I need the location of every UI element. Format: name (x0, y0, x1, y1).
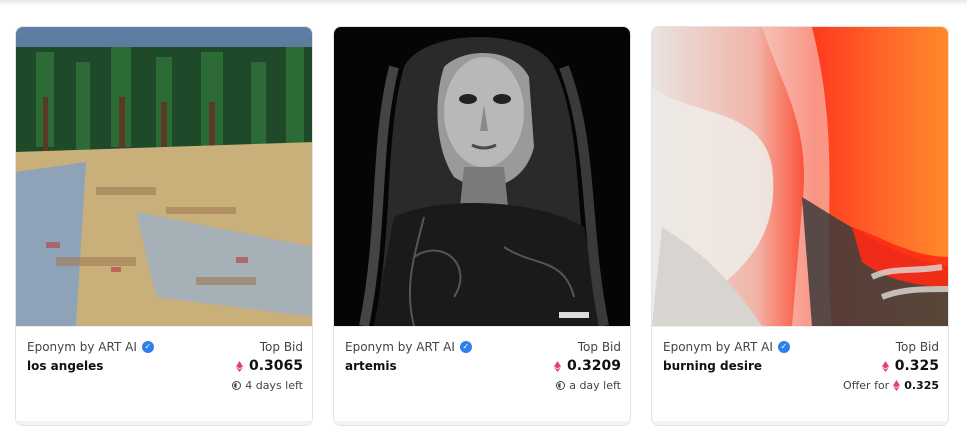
bid-label: Top Bid (259, 340, 303, 354)
nft-artwork[interactable] (652, 27, 948, 326)
nft-card[interactable]: Eponym by ART AI ✓ burning desire Top Bi… (651, 26, 949, 426)
offer-amount: 0.325 (904, 379, 939, 392)
eth-icon (553, 360, 561, 372)
eth-icon (893, 380, 901, 391)
bid-value: 0.3209 (553, 358, 621, 374)
eth-icon (235, 360, 243, 372)
bid-value: 0.3065 (235, 358, 303, 374)
nft-title[interactable]: los angeles (27, 359, 103, 373)
nft-card[interactable]: Eponym by ART AI ✓ los angeles Top Bid 0… (15, 26, 313, 426)
eth-icon (881, 360, 889, 372)
bid-amount: 0.3209 (566, 358, 621, 374)
bid-label: Top Bid (895, 340, 939, 354)
creator-name[interactable]: Eponym by ART AI ✓ (663, 340, 790, 354)
clock-icon (232, 381, 242, 390)
nft-title[interactable]: artemis (345, 359, 397, 373)
creator-label[interactable]: Eponym by ART AI (663, 340, 773, 354)
top-divider (0, 0, 967, 6)
verified-badge-icon: ✓ (459, 341, 472, 353)
nft-title[interactable]: burning desire (663, 359, 762, 373)
time-left: a day left (556, 379, 621, 392)
bid-label: Top Bid (577, 340, 621, 354)
card-footer-strip (334, 421, 630, 425)
card-footer-strip (652, 421, 948, 425)
bid-amount: 0.3065 (248, 358, 303, 374)
nft-card[interactable]: Eponym by ART AI ✓ artemis Top Bid 0.320… (333, 26, 631, 426)
card-footer-strip (16, 421, 312, 425)
time-left-text: 4 days left (245, 379, 303, 392)
creator-name[interactable]: Eponym by ART AI ✓ (345, 340, 472, 354)
creator-name[interactable]: Eponym by ART AI ✓ (27, 340, 154, 354)
offer-info: Offer for 0.325 (843, 379, 939, 392)
bid-amount: 0.325 (894, 358, 939, 374)
nft-artwork[interactable] (334, 27, 630, 326)
clock-icon (556, 381, 566, 390)
time-left: 4 days left (232, 379, 303, 392)
bid-value: 0.325 (881, 358, 939, 374)
time-left-text: a day left (569, 379, 621, 392)
verified-badge-icon: ✓ (777, 341, 790, 353)
verified-badge-icon: ✓ (141, 341, 154, 353)
creator-label[interactable]: Eponym by ART AI (27, 340, 137, 354)
creator-label[interactable]: Eponym by ART AI (345, 340, 455, 354)
nft-artwork[interactable] (16, 27, 312, 326)
offer-label: Offer for (843, 379, 890, 392)
